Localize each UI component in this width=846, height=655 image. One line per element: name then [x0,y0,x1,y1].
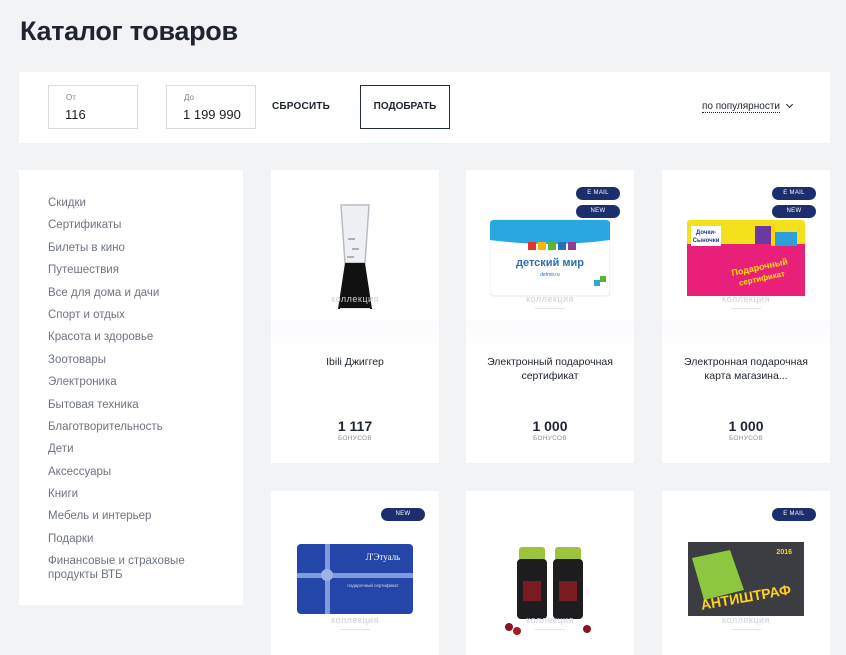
product-name[interactable]: Электронный подарочная сертификат [480,356,620,383]
product-name[interactable]: Ibili Джиггер [285,356,425,370]
sidebar-item-appliances[interactable]: Бытовая техника [48,398,243,412]
product-card[interactable]: E MAIL 2016 АНТИШТРАФ коллекция [662,491,830,655]
page-title: Каталог товаров [20,16,238,46]
price-from-label: От [66,93,76,102]
sidebar-item-charity[interactable]: Благотворительность [48,420,243,434]
watermark: коллекция [466,615,634,630]
reset-button[interactable]: СБРОСИТЬ [272,85,330,129]
price-from-field[interactable]: От 116 [48,85,138,129]
apply-button[interactable]: ПОДОБРАТЬ [360,85,450,129]
watermark: коллекция [466,294,634,309]
svg-text:Л'Этуаль: Л'Этуаль [366,552,401,562]
sidebar-item-accessories[interactable]: Аксессуары [48,465,243,479]
price-to-value[interactable]: 1 199 990 [183,107,241,122]
product-card[interactable]: E MAIL NEW Дочки- Сыночки Подарочный сер… [662,170,830,463]
price-from-value[interactable]: 116 [65,107,86,122]
brand-text: детский мир [516,257,584,269]
sidebar-item-furniture[interactable]: Мебель и интерьер [48,509,243,523]
sidebar-item-beauty[interactable]: Красота и здоровье [48,330,243,344]
svg-text:Дочки-: Дочки- [696,230,716,236]
sidebar-item-home-garden[interactable]: Все для дома и дачи [48,286,243,300]
watermark: коллекция [271,615,439,630]
product-price: 1 000 [728,418,764,434]
sidebar-item-books[interactable]: Книги [48,487,243,501]
category-sidebar: Скидки Сертификаты Билеты в кино Путешес… [19,170,243,605]
price-to-field[interactable]: До 1 199 990 [166,85,256,129]
product-card[interactable]: E MAIL NEW детский мир detmir.ru коллекц… [466,170,634,463]
sidebar-item-sport[interactable]: Спорт и отдых [48,308,243,322]
svg-text:2016: 2016 [776,549,792,556]
watermark: коллекция [662,294,830,309]
sidebar-item-discounts[interactable]: Скидки [48,196,243,210]
product-price: 1 000 [532,418,568,434]
sort-dropdown[interactable]: по популярности [702,100,794,113]
svg-text:Сыночки: Сыночки [693,238,720,244]
price-unit: БОНУСОВ [728,435,764,442]
chevron-down-icon [785,100,794,109]
sidebar-item-electronics[interactable]: Электроника [48,375,243,389]
brand-subtext: detmir.ru [540,272,560,278]
sidebar-item-cinema[interactable]: Билеты в кино [48,241,243,255]
product-card[interactable]: NEW Л'Этуаль подарочный сертификат колле… [271,491,439,655]
sidebar-item-certificates[interactable]: Сертификаты [48,218,243,232]
price-unit: БОНУСОВ [532,435,568,442]
sidebar-item-gifts[interactable]: Подарки [48,532,243,546]
sort-label: по популярности [702,101,780,113]
sidebar-item-pets[interactable]: Зоотовары [48,353,243,367]
product-name[interactable]: Электронная подарочная карта магазина... [676,356,816,383]
product-card[interactable]: коллекция [466,491,634,655]
product-card[interactable]: коллекция Ibili Джиггер 1 117 БОНУСОВ [271,170,439,463]
sidebar-item-travel[interactable]: Путешествия [48,263,243,277]
product-price: 1 117 [337,418,373,434]
price-unit: БОНУСОВ [337,435,373,442]
filter-bar: От 116 До 1 199 990 СБРОСИТЬ ПОДОБРАТЬ п… [19,72,830,143]
sidebar-item-kids[interactable]: Дети [48,442,243,456]
watermark: коллекция [662,615,830,630]
svg-text:подарочный сертификат: подарочный сертификат [347,582,398,588]
sidebar-item-vtb-finance[interactable]: Финансовые и страховые продукты ВТБ [48,554,208,582]
price-to-label: До [184,93,194,102]
watermark: коллекция [271,294,439,309]
